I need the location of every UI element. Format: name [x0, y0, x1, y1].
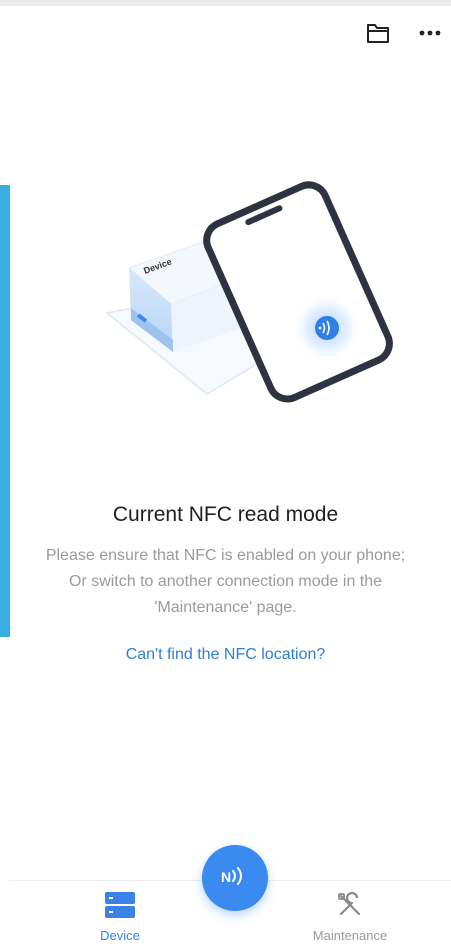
nav-item-device[interactable]: Device [60, 891, 180, 943]
top-toolbar [365, 18, 443, 48]
maintenance-icon [336, 891, 364, 923]
mode-title: Current NFC read mode [112, 503, 339, 526]
nfc-icon: N [220, 865, 250, 892]
folder-icon[interactable] [365, 20, 391, 46]
top-divider [0, 0, 451, 6]
nfc-illustration: Device [95, 180, 400, 410]
device-icon [104, 892, 136, 923]
nav-item-maintenance[interactable]: Maintenance [290, 891, 410, 943]
nfc-fab-button[interactable]: N [202, 845, 268, 911]
nav-label-device: Device [100, 928, 140, 943]
description-line-1: Please ensure that NFC is enabled on you… [45, 547, 406, 564]
svg-text:N: N [221, 869, 231, 885]
more-icon[interactable] [417, 20, 443, 46]
description-line-2: Or switch to another connection mode in … [68, 573, 383, 616]
left-edge-strip [0, 185, 10, 637]
nav-label-maintenance: Maintenance [312, 928, 388, 943]
mode-description: Please ensure that NFC is enabled on you… [40, 543, 411, 621]
nfc-location-link[interactable]: Can't find the NFC location? [0, 646, 451, 664]
